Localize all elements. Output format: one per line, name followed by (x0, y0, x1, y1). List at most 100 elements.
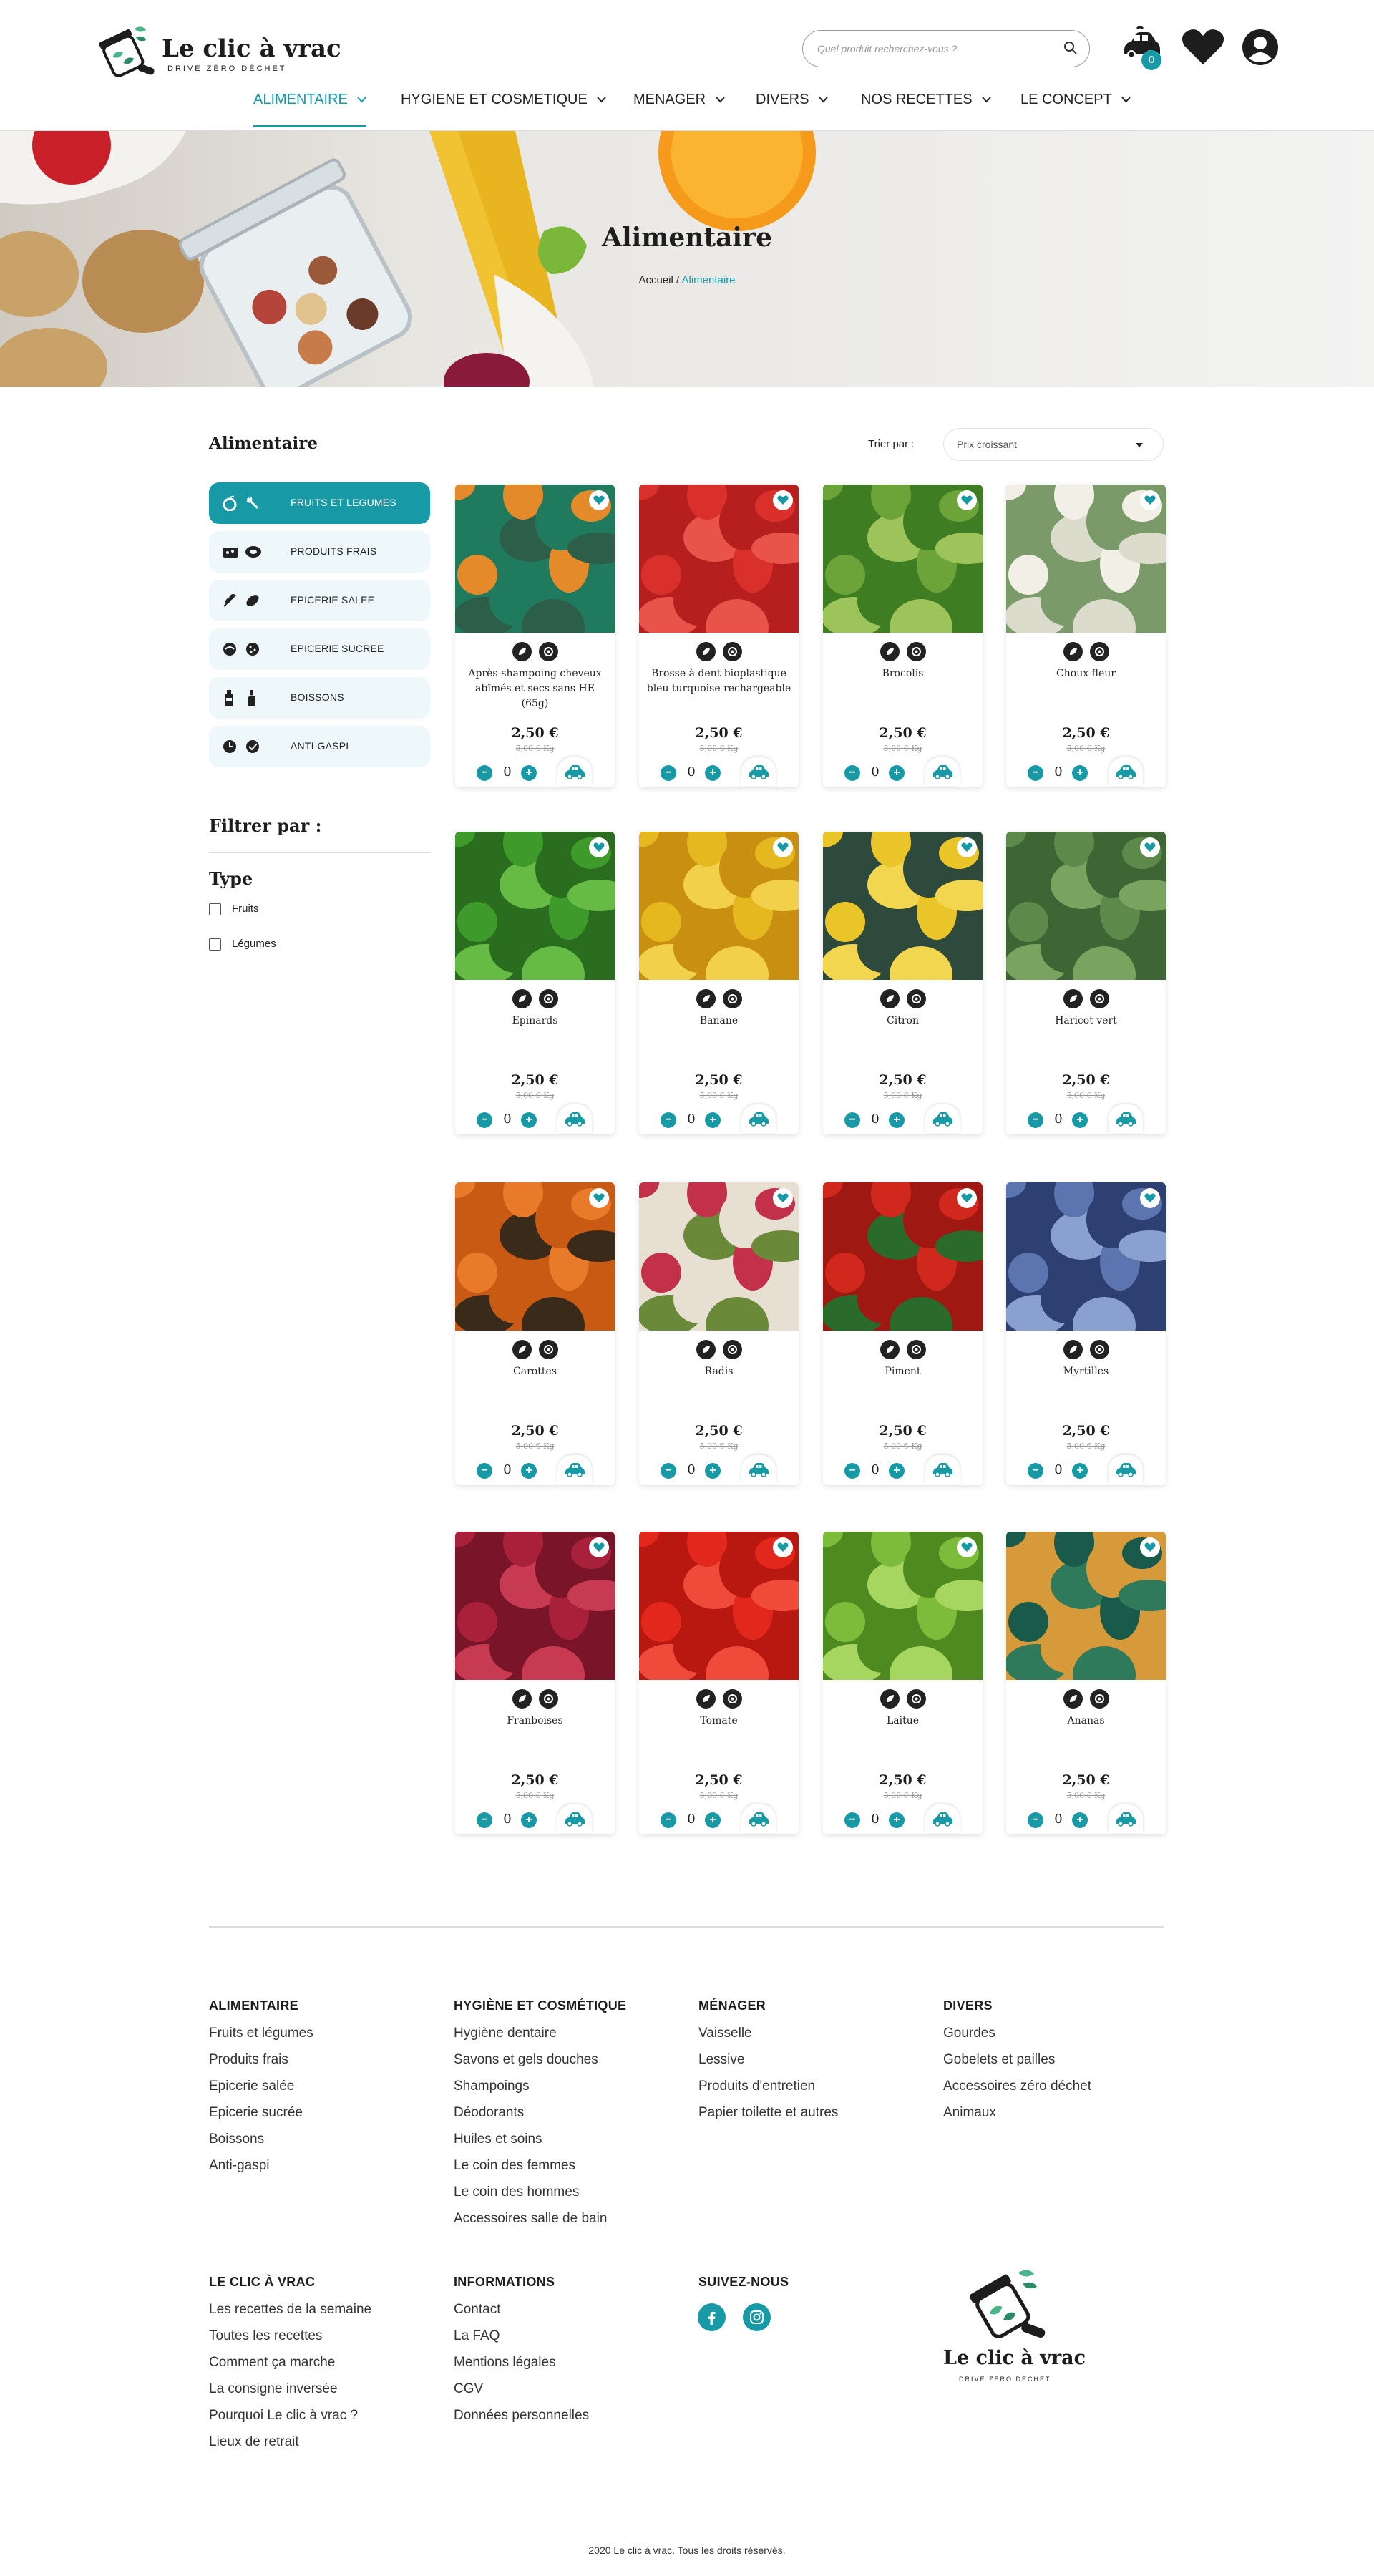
footer-link[interactable]: Anti-gaspi (209, 2157, 445, 2183)
increment-button[interactable]: + (521, 1112, 537, 1128)
increment-button[interactable]: + (889, 765, 905, 781)
increment-button[interactable]: + (705, 1463, 721, 1479)
footer-link[interactable]: Le coin des hommes (454, 2183, 690, 2210)
footer-link[interactable]: Le coin des femmes (454, 2157, 690, 2183)
product-card[interactable]: Radis 2,50 € 5,00 € Kg −0 + (639, 1182, 799, 1485)
decrement-button[interactable]: − (1028, 1463, 1043, 1479)
product-card[interactable]: Laitue 2,50 € 5,00 € Kg −0 + (823, 1532, 983, 1834)
footer-link[interactable]: Toutes les recettes (209, 2327, 445, 2353)
product-name[interactable]: Myrtilles (1013, 1364, 1159, 1379)
product-name[interactable]: Epinards (462, 1014, 608, 1029)
category-fruits-legumes[interactable]: FRUITS ET LEGUMES (209, 482, 430, 524)
site-logo[interactable]: Le clic à vrac DRIVE ZÉRO DÉCHET (93, 23, 341, 80)
favorite-heart-icon[interactable] (589, 490, 609, 510)
product-name[interactable]: Franboises (462, 1714, 608, 1729)
category-epicerie-sucree[interactable]: EPICERIE SUCREE (209, 628, 430, 670)
nav-divers[interactable]: DIVERS (756, 92, 828, 119)
footer-link[interactable]: Gourdes (943, 2024, 1179, 2051)
add-to-cart-button[interactable] (925, 1104, 960, 1133)
add-to-cart-button[interactable] (741, 757, 776, 786)
favorite-heart-icon[interactable] (1140, 490, 1160, 510)
favorite-heart-icon[interactable] (1140, 837, 1160, 857)
product-name[interactable]: Citron (830, 1014, 975, 1029)
product-card[interactable]: Banane 2,50 € 5,00 € Kg −0 + (639, 832, 799, 1134)
product-name[interactable]: Banane (646, 1014, 791, 1029)
product-card[interactable]: Myrtilles 2,50 € 5,00 € Kg −0 + (1006, 1182, 1166, 1485)
product-card[interactable]: Piment 2,50 € 5,00 € Kg −0 + (823, 1182, 983, 1485)
heart-icon[interactable] (1181, 29, 1225, 69)
search-icon[interactable] (1063, 41, 1078, 59)
decrement-button[interactable]: − (477, 1812, 492, 1828)
facebook-icon[interactable] (698, 2303, 726, 2331)
favorite-heart-icon[interactable] (773, 1537, 793, 1557)
footer-link[interactable]: Lessive (698, 2051, 935, 2077)
footer-link[interactable]: Savons et gels douches (454, 2051, 690, 2077)
sort-select[interactable]: Prix croissant (943, 428, 1164, 461)
nav-hygiene[interactable]: HYGIENE ET COSMETIQUE (401, 92, 607, 119)
checkbox[interactable] (209, 938, 221, 951)
product-name[interactable]: Choux-fleur (1013, 666, 1159, 681)
add-to-cart-button[interactable] (925, 1455, 960, 1484)
favorite-heart-icon[interactable] (957, 490, 977, 510)
footer-link[interactable]: Epicerie salée (209, 2077, 445, 2104)
footer-link[interactable]: Lieux de retrait (209, 2433, 445, 2459)
footer-link[interactable]: Huiles et soins (454, 2130, 690, 2157)
product-name[interactable]: Piment (830, 1364, 975, 1379)
product-name[interactable]: Laitue (830, 1714, 975, 1729)
decrement-button[interactable]: − (661, 1112, 676, 1128)
product-card[interactable]: Ananas 2,50 € 5,00 € Kg −0 + (1006, 1532, 1166, 1834)
product-name[interactable]: Ananas (1013, 1714, 1159, 1729)
add-to-cart-button[interactable] (1109, 757, 1143, 786)
decrement-button[interactable]: − (477, 1463, 492, 1479)
decrement-button[interactable]: − (477, 765, 492, 781)
product-card[interactable]: Après-shampoing cheveux abîmés et secs s… (455, 485, 615, 787)
account-icon[interactable] (1242, 29, 1279, 69)
footer-link[interactable]: Mentions légales (454, 2353, 690, 2380)
decrement-button[interactable]: − (1028, 765, 1043, 781)
favorite-heart-icon[interactable] (773, 837, 793, 857)
favorite-heart-icon[interactable] (773, 1188, 793, 1208)
footer-logo[interactable]: Le clic à vrac DRIVE ZÉRO DÉCHET (943, 2267, 1086, 2388)
increment-button[interactable]: + (1072, 1112, 1088, 1128)
footer-link[interactable]: Accessoires salle de bain (454, 2210, 690, 2236)
decrement-button[interactable]: − (844, 765, 860, 781)
footer-link[interactable]: Pourquoi Le clic à vrac ? (209, 2406, 445, 2433)
add-to-cart-button[interactable] (741, 1455, 776, 1484)
increment-button[interactable]: + (889, 1112, 905, 1128)
product-name[interactable]: Brosse à dent bioplastique bleu turquois… (646, 666, 791, 696)
favorite-heart-icon[interactable] (589, 837, 609, 857)
footer-link[interactable]: Hygiène dentaire (454, 2024, 690, 2051)
footer-link[interactable]: Les recettes de la semaine (209, 2300, 445, 2327)
favorite-heart-icon[interactable] (773, 490, 793, 510)
footer-link[interactable]: La FAQ (454, 2327, 690, 2353)
footer-link[interactable]: La consigne inversée (209, 2380, 445, 2406)
nav-menager[interactable]: MENAGER (633, 92, 725, 119)
add-to-cart-button[interactable] (925, 757, 960, 786)
filter-legumes-checkbox[interactable]: Légumes (209, 936, 352, 952)
decrement-button[interactable]: − (1028, 1812, 1043, 1828)
increment-button[interactable]: + (889, 1812, 905, 1828)
increment-button[interactable]: + (1072, 1812, 1088, 1828)
decrement-button[interactable]: − (661, 1812, 676, 1828)
footer-link[interactable]: Produits frais (209, 2051, 445, 2077)
category-boissons[interactable]: BOISSONS (209, 677, 430, 719)
increment-button[interactable]: + (1072, 765, 1088, 781)
footer-link[interactable]: Papier toilette et autres (698, 2104, 935, 2130)
product-name[interactable]: Carottes (462, 1364, 608, 1379)
decrement-button[interactable]: − (844, 1463, 860, 1479)
footer-link[interactable]: Shampoings (454, 2077, 690, 2104)
product-card[interactable]: Haricot vert 2,50 € 5,00 € Kg −0 + (1006, 832, 1166, 1134)
checkbox[interactable] (209, 903, 221, 915)
favorite-heart-icon[interactable] (589, 1188, 609, 1208)
add-to-cart-button[interactable] (557, 1804, 592, 1833)
add-to-cart-button[interactable] (925, 1804, 960, 1833)
increment-button[interactable]: + (705, 1112, 721, 1128)
add-to-cart-button[interactable] (1109, 1804, 1143, 1833)
product-card[interactable]: Choux-fleur 2,50 € 5,00 € Kg −0 + (1006, 485, 1166, 787)
instagram-icon[interactable] (743, 2303, 771, 2331)
footer-link[interactable]: Contact (454, 2300, 690, 2327)
product-name[interactable]: Tomate (646, 1714, 791, 1729)
category-anti-gaspi[interactable]: ANTI-GASPI (209, 726, 430, 767)
product-card[interactable]: Brocolis 2,50 € 5,00 € Kg −0 + (823, 485, 983, 787)
favorite-heart-icon[interactable] (589, 1537, 609, 1557)
